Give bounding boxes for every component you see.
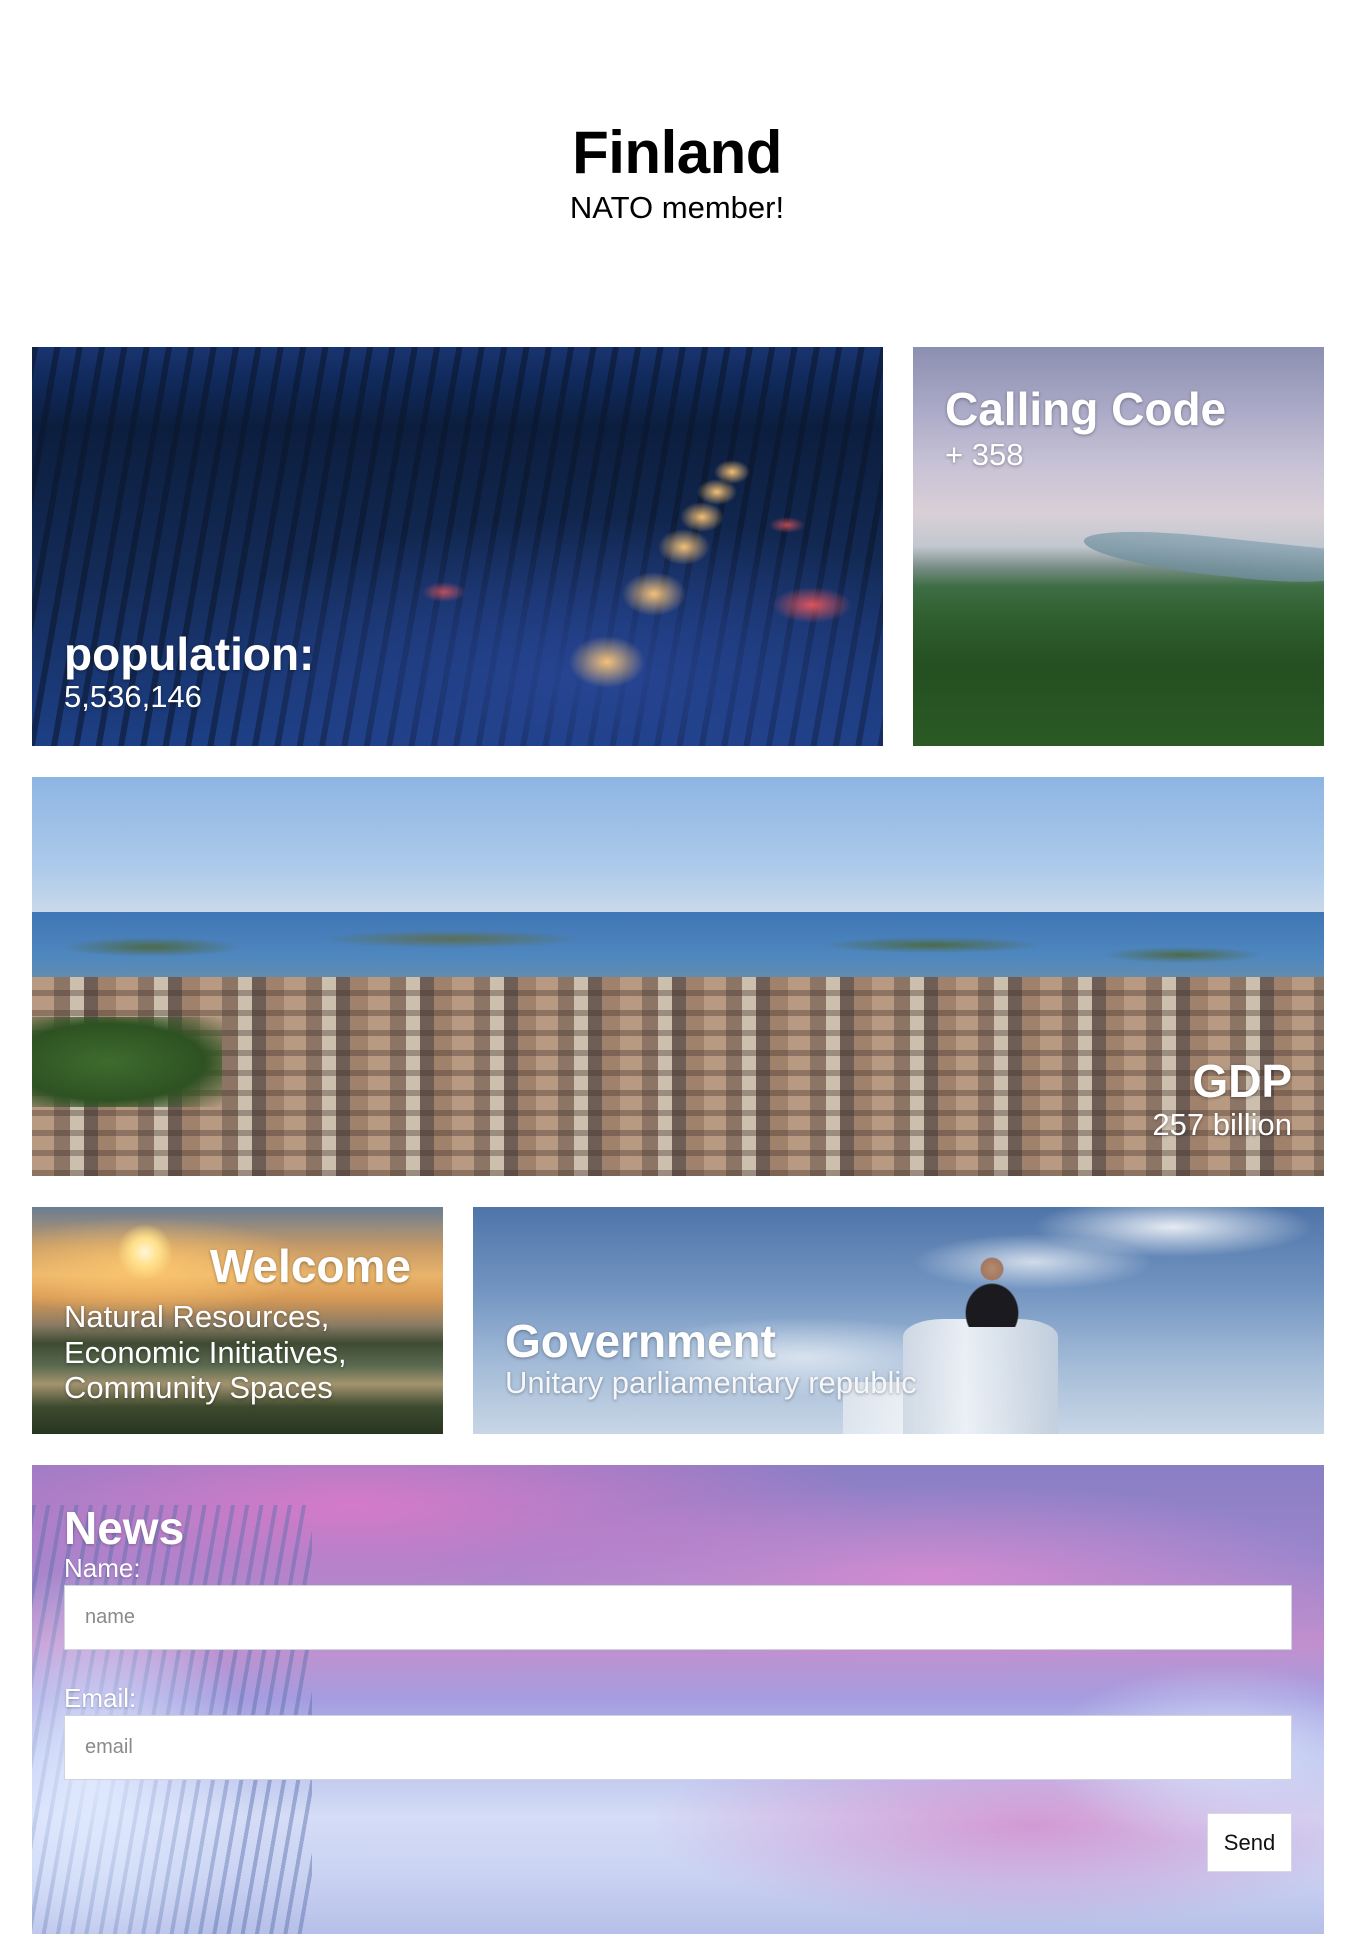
news-card: News Name: Email: Send [32,1465,1324,1934]
page-subtitle: NATO member! [569,190,785,225]
email-input[interactable] [64,1715,1292,1780]
city-trees [32,1017,222,1107]
calling-code-title: Calling Code [945,383,1227,435]
population-title: population: [64,628,315,680]
email-label: Email: [64,1683,137,1713]
gdp-value: 257 billion [1152,1107,1292,1142]
government-value: Unitary parliamentary republic [505,1365,917,1400]
welcome-card: Welcome Natural Resources, Economic Init… [32,1207,443,1434]
welcome-line: Community Spaces [64,1370,333,1406]
welcome-line: Economic Initiatives, [64,1334,347,1370]
site-header: Finland NATO member! [0,0,1354,300]
welcome-text: Natural Resources, Economic Initiatives,… [64,1299,347,1406]
government-title: Government [505,1315,776,1367]
government-card: Government Unitary parliamentary republi… [473,1207,1324,1434]
city-buildings [32,977,1324,1176]
page-title: Finland [572,119,782,186]
welcome-title: Welcome [209,1240,411,1292]
send-button[interactable]: Send [1207,1813,1292,1872]
ice-tower [903,1319,1058,1434]
welcome-line: Natural Resources, [64,1299,330,1334]
gdp-title: GDP [1192,1055,1292,1107]
population-value: 5,536,146 [64,679,202,714]
city-sky [32,777,1324,912]
name-input[interactable] [64,1585,1292,1650]
city-islands [32,927,1324,967]
calling-code-value: + 358 [945,437,1024,472]
name-label: Name: [64,1553,141,1583]
news-title: News [64,1502,185,1554]
calling-code-card: Calling Code + 358 [913,347,1324,746]
gdp-card: GDP 257 billion [32,777,1324,1176]
lake-image-detail [1081,523,1324,589]
person-figure [965,1255,1019,1327]
page: Finland NATO member! population: 5,536,1… [0,0,1354,1934]
population-card: population: 5,536,146 [32,347,883,746]
